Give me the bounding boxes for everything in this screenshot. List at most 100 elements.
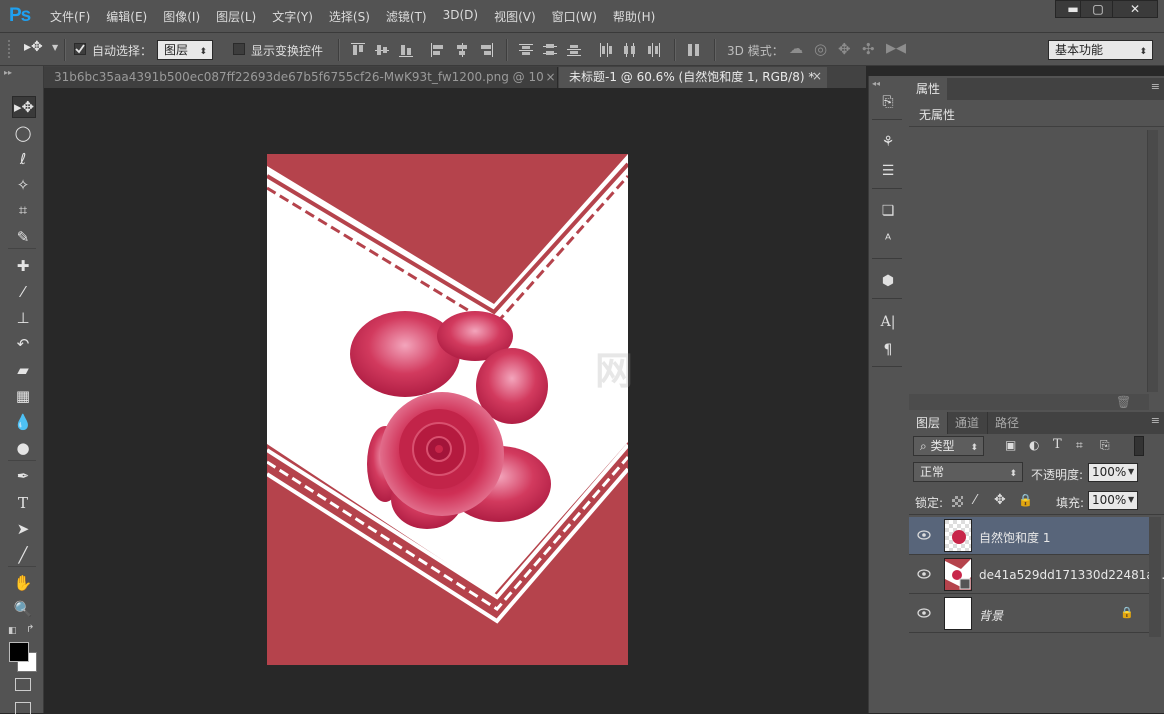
menu-file[interactable]: 文件(F) (50, 8, 98, 25)
history-panel-icon[interactable]: ⎘ (879, 93, 897, 111)
menu-type[interactable]: 文字(Y) (272, 8, 321, 25)
3d-orbit-icon[interactable]: ☁ (789, 41, 803, 57)
align-left-icon[interactable] (430, 42, 446, 58)
smart-object-filter-icon[interactable]: ⎘ (1100, 438, 1110, 453)
tab-close-button[interactable]: × (544, 67, 558, 88)
lock-position-icon[interactable]: ✥ (994, 492, 1006, 508)
panel-menu-icon[interactable]: ≡ (1151, 414, 1160, 427)
panel-menu-icon[interactable]: ≡ (1151, 80, 1160, 93)
default-colors-icon[interactable]: ◧ (8, 626, 17, 636)
distribute-vcenter-icon[interactable] (542, 42, 558, 58)
distribute-hcenter-icon[interactable] (622, 42, 638, 58)
auto-align-icon[interactable] (686, 42, 702, 58)
align-top-icon[interactable] (350, 42, 366, 58)
menu-layer[interactable]: 图层(L) (216, 8, 264, 25)
tab-channels[interactable]: 通道 (947, 412, 986, 434)
magic-wand-tool-icon[interactable]: ✧ (12, 175, 34, 195)
filter-toggle[interactable] (1134, 436, 1144, 456)
menu-edit[interactable]: 编辑(E) (106, 8, 155, 25)
auto-select-target-select[interactable]: 图层 ⬍ (157, 40, 213, 60)
move-tool-preset-icon[interactable]: ▸✥ (24, 39, 43, 55)
distribute-bottom-icon[interactable] (566, 42, 582, 58)
close-window-button[interactable]: ✕ (1112, 0, 1158, 18)
adjustment-filter-icon[interactable]: ◐ (1029, 438, 1039, 452)
eraser-tool-icon[interactable]: ▰ (12, 360, 34, 380)
tab-close-button[interactable]: × (812, 69, 822, 83)
trash-icon[interactable]: 🗑 (1116, 395, 1131, 409)
eyedropper-tool-icon[interactable]: ✎ (12, 227, 34, 247)
character-styles-icon[interactable]: ᴬ (879, 231, 897, 249)
distribute-left-icon[interactable] (598, 42, 614, 58)
auto-select-checkbox[interactable] (74, 43, 86, 55)
chevron-down-icon[interactable]: ▼ (1128, 467, 1134, 476)
layers-scrollbar[interactable] (1149, 517, 1161, 637)
menu-3d[interactable]: 3D(D) (443, 8, 486, 25)
layer-filter-select[interactable]: ⌕ 类型 ⬍ (913, 436, 984, 456)
workspace-select[interactable]: 基本功能 ⬍ (1048, 40, 1153, 60)
tab-properties[interactable]: 属性 (909, 78, 948, 100)
foreground-color-swatch[interactable] (9, 642, 29, 662)
move-tool-icon[interactable]: ▸✥ (12, 96, 36, 118)
eye-icon[interactable] (917, 530, 931, 540)
history-brush-tool-icon[interactable]: ↶ (12, 334, 34, 354)
path-selection-tool-icon[interactable]: ➤ (12, 519, 34, 539)
align-hcenter-icon[interactable] (454, 42, 470, 58)
3d-pan-icon[interactable]: ✥ (838, 40, 851, 58)
collapse-arrows-icon[interactable]: ▸▸ (4, 68, 40, 77)
3d-scale-icon[interactable]: ▶◀ (886, 41, 906, 56)
lock-pixels-icon[interactable]: ⁄ (974, 493, 976, 508)
menu-help[interactable]: 帮助(H) (613, 8, 663, 25)
brush-tool-icon[interactable]: ⁄ (12, 282, 34, 302)
3d-panel-icon[interactable]: ⬢ (879, 272, 897, 290)
document-canvas[interactable] (267, 154, 628, 665)
crop-tool-icon[interactable]: ⌗ (12, 200, 34, 220)
clone-stamp-tool-icon[interactable]: ⊥ (12, 308, 34, 328)
distribute-top-icon[interactable] (518, 42, 534, 58)
collapse-arrows-icon[interactable]: ◂◂ (872, 79, 902, 88)
align-right-icon[interactable] (478, 42, 494, 58)
tab-layers[interactable]: 图层 (909, 412, 948, 434)
chevron-down-icon[interactable]: ▼ (52, 43, 58, 52)
align-bottom-icon[interactable] (398, 42, 414, 58)
character-panel-icon[interactable]: A| (879, 313, 897, 331)
menu-window[interactable]: 窗口(W) (552, 8, 605, 25)
clone-source-icon[interactable]: ❏ (879, 202, 897, 220)
type-filter-icon[interactable]: T (1053, 437, 1062, 452)
tab-paths[interactable]: 路径 (987, 412, 1026, 434)
eye-icon[interactable] (917, 608, 931, 618)
menu-image[interactable]: 图像(I) (163, 8, 208, 25)
gradient-tool-icon[interactable]: ▦ (12, 386, 34, 406)
healing-brush-tool-icon[interactable]: ✚ (12, 256, 34, 276)
menu-view[interactable]: 视图(V) (494, 8, 544, 25)
3d-roll-icon[interactable]: ◎ (814, 40, 827, 58)
swap-colors-icon[interactable]: ↱ (26, 624, 34, 635)
align-vcenter-icon[interactable] (374, 42, 390, 58)
zoom-tool-icon[interactable]: 🔍 (12, 599, 34, 619)
type-tool-icon[interactable]: T (12, 493, 34, 513)
eye-icon[interactable] (917, 569, 931, 579)
blur-tool-icon[interactable]: 💧 (12, 412, 34, 432)
blend-mode-select[interactable]: 正常 ⬍ (913, 462, 1023, 482)
screen-mode-icon[interactable] (15, 702, 31, 714)
3d-slide-icon[interactable]: ✣ (862, 40, 875, 58)
brush-panel-icon[interactable]: ☰ (879, 162, 897, 180)
maximize-button[interactable]: ▢ (1080, 0, 1116, 18)
lock-transparency-icon[interactable] (952, 496, 963, 507)
hand-tool-icon[interactable]: ✋ (12, 573, 34, 593)
distribute-right-icon[interactable] (646, 42, 662, 58)
paragraph-panel-icon[interactable]: ¶ (879, 341, 897, 359)
quick-mask-icon[interactable] (15, 678, 31, 691)
show-transform-checkbox[interactable] (233, 43, 245, 55)
shape-filter-icon[interactable]: ⌗ (1076, 438, 1083, 453)
menu-filter[interactable]: 滤镜(T) (386, 8, 435, 25)
line-tool-icon[interactable]: ╱ (12, 545, 34, 565)
layer-row-image[interactable]: de41a529dd171330d22481a... (909, 556, 1164, 594)
layer-row-vibrance[interactable]: 自然饱和度 1 (909, 517, 1149, 555)
tab-document-png[interactable]: 31b6bc35aa4391b500ec087ff22693de67b5f675… (44, 67, 558, 88)
pen-tool-icon[interactable]: ✒ (12, 466, 34, 486)
menu-select[interactable]: 选择(S) (329, 8, 378, 25)
layer-row-background[interactable]: 背景 🔒 (909, 595, 1149, 633)
properties-scrollbar[interactable] (1147, 130, 1158, 392)
brush-presets-icon[interactable]: ⚘ (879, 133, 897, 151)
lock-all-icon[interactable]: 🔒 (1018, 493, 1033, 507)
